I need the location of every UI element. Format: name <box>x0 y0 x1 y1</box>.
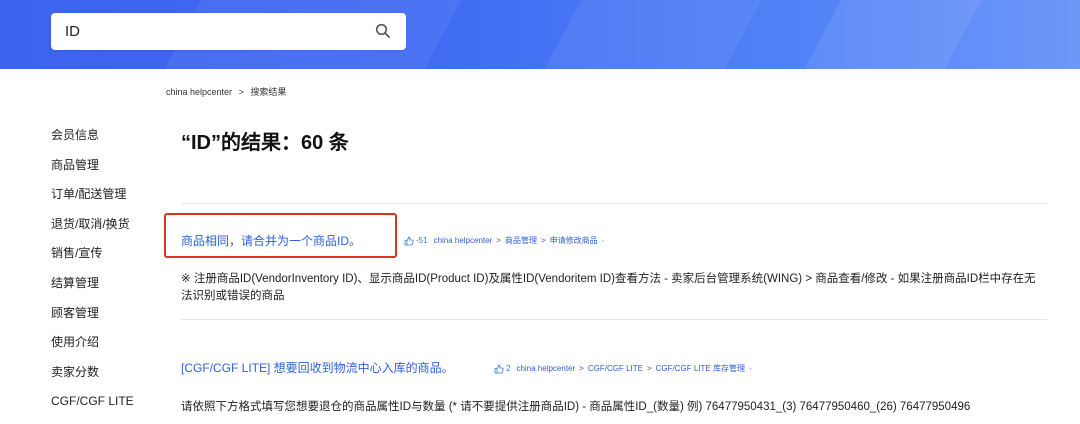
result-snippet: 请依照下方格式填写您想要退仓的商品属性ID与数量 (* 请不要提供注册商品ID)… <box>181 401 971 413</box>
search-box <box>51 13 406 50</box>
meta-dot: · <box>601 236 605 245</box>
breadcrumb-home-link[interactable]: china helpcenter <box>166 87 232 97</box>
thumbs-up-icon <box>494 364 504 373</box>
sidebar-item-order-delivery[interactable]: 订单/配送管理 <box>51 184 161 214</box>
page-title: “ID”的结果：60 条 <box>181 132 349 154</box>
result-meta: 2 china helpcenter > CGF/CGF LITE > CGF/… <box>494 363 752 374</box>
search-icon[interactable] <box>375 23 391 39</box>
meta-separator: > <box>646 364 652 373</box>
divider <box>181 319 1047 320</box>
search-header-banner <box>0 0 1080 69</box>
sidebar-item-customer-management[interactable]: 顾客管理 <box>51 303 161 333</box>
meta-path-link[interactable]: 申请修改商品 <box>550 235 598 246</box>
breadcrumb-separator: > <box>238 87 244 97</box>
sidebar-item-returns[interactable]: 退货/取消/换货 <box>51 214 161 244</box>
sidebar-item-usage-guide[interactable]: 使用介绍 <box>51 332 161 362</box>
like-count-value: -51 <box>416 236 428 245</box>
sidebar-item-sales-promotion[interactable]: 销售/宣传 <box>51 243 161 273</box>
meta-dot: · <box>748 364 752 373</box>
meta-path-link[interactable]: china helpcenter <box>434 236 493 245</box>
divider <box>181 203 1047 204</box>
sidebar-item-settlement[interactable]: 结算管理 <box>51 273 161 303</box>
like-count-value: 2 <box>506 364 511 373</box>
meta-path-link[interactable]: china helpcenter <box>516 364 575 373</box>
result-snippet: ※ 注册商品ID(VendorInventory ID)、显示商品ID(Prod… <box>181 273 1036 302</box>
like-count[interactable]: -51 <box>404 236 428 246</box>
search-input[interactable] <box>65 16 365 47</box>
meta-separator: > <box>496 236 501 245</box>
like-count[interactable]: 2 <box>494 364 510 374</box>
meta-separator: > <box>540 236 546 245</box>
sidebar-item-product-management[interactable]: 商品管理 <box>51 155 161 185</box>
meta-path-link[interactable]: 商品管理 <box>505 235 537 246</box>
banner-decoration <box>533 0 767 69</box>
meta-separator: > <box>579 364 584 373</box>
meta-path-link[interactable]: CGF/CGF LITE 库存管理 <box>656 363 745 374</box>
breadcrumb-current: 搜索结果 <box>250 87 287 97</box>
sidebar-item-member-info[interactable]: 会员信息 <box>51 125 161 155</box>
thumbs-up-icon <box>404 236 414 245</box>
sidebar-item-seller-score[interactable]: 卖家分数 <box>51 362 161 392</box>
banner-decoration <box>793 0 987 69</box>
category-sidebar: 会员信息 商品管理 订单/配送管理 退货/取消/换货 销售/宣传 结算管理 顾客… <box>51 125 161 421</box>
result-meta: -51 china helpcenter > 商品管理 > 申请修改商品 · <box>404 235 604 246</box>
meta-path-link[interactable]: CGF/CGF LITE <box>588 364 643 373</box>
sidebar-item-cgf[interactable]: CGF/CGF LITE <box>51 391 161 421</box>
result-title-link[interactable]: [CGF/CGF LITE] 想要回收到物流中心入库的商品。 <box>181 359 454 376</box>
breadcrumb: china helpcenter > 搜索结果 <box>166 85 290 98</box>
result-title-link[interactable]: 商品相同，请合并为一个商品ID。 <box>181 232 361 249</box>
